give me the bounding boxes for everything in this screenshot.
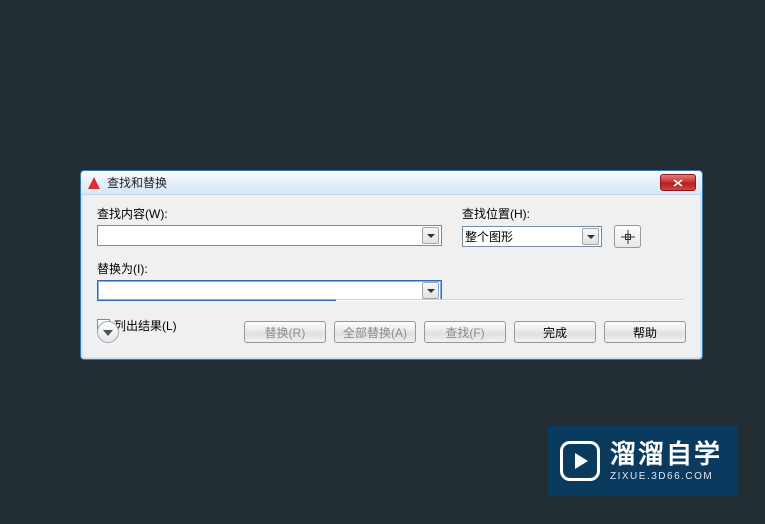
chevron-down-icon [427, 289, 435, 293]
button-row: 替换(R) 全部替换(A) 查找(F) 完成 帮助 [244, 321, 686, 343]
close-button[interactable] [660, 174, 696, 191]
replace-label: 替换为(I): [97, 260, 442, 277]
replace-all-button[interactable]: 全部替换(A) [334, 321, 416, 343]
play-logo-icon [560, 441, 600, 481]
list-results-label: 列出结果(L) [114, 317, 177, 334]
chevron-down-icon [587, 235, 595, 239]
location-value: 整个图形 [465, 228, 578, 245]
find-replace-dialog: 查找和替换 查找内容(W): 查找位置(H): [80, 170, 703, 360]
location-select[interactable]: 整个图形 [462, 226, 602, 247]
titlebar[interactable]: 查找和替换 [81, 171, 702, 195]
expand-options-button[interactable] [97, 321, 119, 343]
replace-button[interactable]: 替换(R) [244, 321, 326, 343]
find-input[interactable] [97, 225, 442, 246]
find-button[interactable]: 查找(F) [424, 321, 506, 343]
find-history-dropdown[interactable] [422, 227, 439, 244]
pick-area-button[interactable] [614, 225, 641, 248]
watermark-brand: 溜溜自学 [610, 441, 722, 467]
watermark: 溜溜自学 ZIXUE.3D66.COM [548, 426, 738, 496]
chevron-down-icon [427, 234, 435, 238]
find-label: 查找内容(W): [97, 205, 442, 222]
replace-input[interactable] [97, 280, 442, 301]
dialog-body: 查找内容(W): 查找位置(H): 整个图形 [81, 195, 702, 342]
close-icon [673, 179, 683, 187]
location-label: 查找位置(H): [462, 205, 686, 222]
replace-history-dropdown[interactable] [422, 282, 439, 299]
dialog-title: 查找和替换 [107, 174, 660, 191]
divider [336, 299, 684, 300]
location-dropdown-button[interactable] [582, 228, 599, 245]
help-button[interactable]: 帮助 [604, 321, 686, 343]
autocad-triangle-icon [87, 176, 101, 190]
chevron-down-icon [103, 330, 113, 336]
done-button[interactable]: 完成 [514, 321, 596, 343]
watermark-url: ZIXUE.3D66.COM [610, 471, 722, 482]
crosshair-pick-icon [621, 230, 635, 244]
